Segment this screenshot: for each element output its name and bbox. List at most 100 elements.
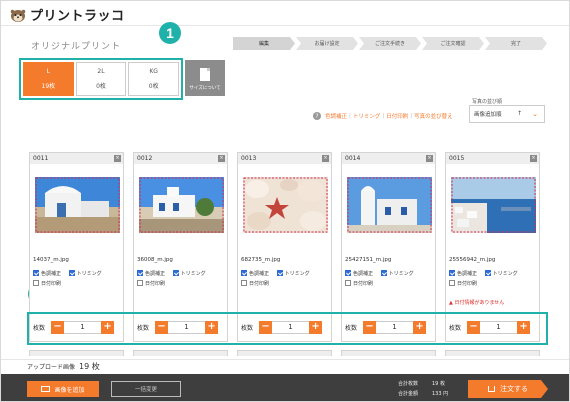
total-price-value: 133 円 xyxy=(432,391,449,397)
option-label: 日付印刷 xyxy=(145,281,166,287)
photo-card-header: 0014 × xyxy=(342,153,435,164)
photo-thumbnail[interactable] xyxy=(139,177,224,233)
photo-options: 色調補正 トリミング 日付印刷 xyxy=(345,269,414,289)
next-row-card xyxy=(29,350,124,356)
option-color-correction[interactable]: 色調補正 xyxy=(449,269,477,277)
sort-value: 画像追加順 xyxy=(474,112,502,118)
checkbox-checked-icon xyxy=(276,269,283,276)
tool-sort-photos[interactable]: 写真の並び替え xyxy=(414,112,453,120)
checkbox-unchecked-icon xyxy=(449,279,455,286)
option-trimming[interactable]: トリミング xyxy=(172,269,206,277)
delete-icon[interactable]: × xyxy=(322,155,329,162)
option-color-correction[interactable]: 色調補正 xyxy=(137,269,165,277)
photo-thumbnail[interactable] xyxy=(243,177,328,233)
photo-options: 色調補正 トリミング 日付印刷 xyxy=(33,269,102,289)
add-images-button[interactable]: 画像を追加 xyxy=(27,381,99,397)
option-date-print[interactable]: 日付印刷 xyxy=(345,279,374,287)
checkbox-checked-icon xyxy=(68,269,75,276)
separator: | xyxy=(382,113,385,119)
option-color-correction[interactable]: 色調補正 xyxy=(33,269,61,277)
option-label: トリミング xyxy=(180,271,206,277)
option-date-print[interactable]: 日付印刷 xyxy=(241,279,270,287)
option-date-print[interactable]: 日付印刷 xyxy=(449,279,478,287)
size-tab-count: 0枚 xyxy=(148,83,159,90)
order-button[interactable]: 注文する xyxy=(468,380,548,398)
option-trimming[interactable]: トリミング xyxy=(68,269,102,277)
option-label: 日付印刷 xyxy=(41,281,62,287)
option-label: トリミング xyxy=(284,271,310,277)
option-date-print[interactable]: 日付印刷 xyxy=(137,279,166,287)
step-complete: 完了 xyxy=(485,37,547,50)
photo-options: 色調補正 トリミング 日付印刷 xyxy=(449,269,518,289)
photo-filename: 36008_m.jpg xyxy=(137,257,173,263)
option-label: 日付印刷 xyxy=(457,281,478,287)
checkbox-checked-icon xyxy=(33,269,39,276)
delete-icon[interactable]: × xyxy=(426,155,433,162)
total-price-label: 合計金額 xyxy=(398,391,419,397)
checkbox-unchecked-icon xyxy=(345,279,351,286)
option-trimming[interactable]: トリミング xyxy=(484,269,518,277)
logo-text: プリントラッコ xyxy=(30,9,125,24)
warning-icon: ▲ xyxy=(449,300,453,306)
help-icon[interactable]: ? xyxy=(313,112,321,120)
next-row-card xyxy=(237,350,332,356)
photo-filename: 14037_m.jpg xyxy=(33,257,69,263)
sort-select[interactable]: 画像追加順 ↑ ⌄ xyxy=(469,105,545,123)
step-delivery: お届け設定 xyxy=(296,37,358,50)
delete-icon[interactable]: × xyxy=(114,155,121,162)
logo[interactable]: プリントラッコ xyxy=(9,5,125,24)
option-label: 色調補正 xyxy=(249,271,270,277)
option-label: 日付印刷 xyxy=(249,281,270,287)
photo-card-header: 0012 × xyxy=(134,153,227,164)
option-trimming[interactable]: トリミング xyxy=(380,269,414,277)
photo-card-header: 0013 × xyxy=(238,153,331,164)
order-button-label: 注文する xyxy=(500,385,528,393)
photo-thumbnail[interactable] xyxy=(451,177,536,233)
delete-icon[interactable]: × xyxy=(530,155,537,162)
step-edit: 編集 xyxy=(233,37,295,50)
size-tab-count: 0枚 xyxy=(96,83,106,90)
otter-logo-icon xyxy=(10,9,26,22)
photo-thumbnail[interactable] xyxy=(347,177,432,233)
footer-bar: 画像を追加 一括変更 合計枚数 19 枚 合計金額 133 円 注文する xyxy=(1,374,569,401)
checkbox-checked-icon xyxy=(484,269,491,276)
tool-color-correction[interactable]: 色調補正 xyxy=(325,112,347,120)
header: プリントラッコ xyxy=(1,1,569,26)
size-tabs: L 19枚 2L 0枚 KG 0枚 xyxy=(19,58,183,100)
option-trimming[interactable]: トリミング xyxy=(276,269,310,277)
size-info-button[interactable]: サイズについて xyxy=(185,60,225,96)
tool-trimming[interactable]: トリミング xyxy=(353,112,381,120)
option-label: 日付印刷 xyxy=(353,281,374,287)
size-tab-l[interactable]: L 19枚 xyxy=(23,62,74,96)
sort-label: 写真の並び順 xyxy=(472,99,503,105)
step-confirm: ご注文確認 xyxy=(422,37,484,50)
checkbox-unchecked-icon xyxy=(137,279,143,286)
photo-card-header: 0015 × xyxy=(446,153,539,164)
upload-count: アップロード画像 19 枚 xyxy=(1,359,569,374)
checkbox-checked-icon xyxy=(241,269,247,276)
next-row-card xyxy=(445,350,540,356)
page-title: オリジナルプリント xyxy=(31,42,122,52)
annotation-badge-1: 1 xyxy=(159,22,181,44)
sort-direction: ↑ xyxy=(516,110,522,117)
option-color-correction[interactable]: 色調補正 xyxy=(345,269,373,277)
bulk-change-button[interactable]: 一括変更 xyxy=(111,381,181,397)
photo-number: 0014 xyxy=(345,155,361,162)
upload-count-label: アップロード画像 xyxy=(27,364,76,371)
size-tab-kg[interactable]: KG 0枚 xyxy=(128,62,180,96)
date-warning: ▲ 日付情報がありません xyxy=(449,299,504,306)
size-tab-label: KG xyxy=(149,68,158,75)
size-tab-label: 2L xyxy=(97,68,105,75)
separator: | xyxy=(410,113,413,119)
option-color-correction[interactable]: 色調補正 xyxy=(241,269,270,277)
option-date-print[interactable]: 日付印刷 xyxy=(33,279,62,287)
tool-date-print[interactable]: 日付印刷 xyxy=(386,112,408,120)
photo-number: 0015 xyxy=(449,155,465,162)
photo-filename: 682735_m.jpg xyxy=(241,257,281,263)
photo-thumbnail[interactable] xyxy=(35,177,120,233)
checkbox-checked-icon xyxy=(380,269,387,276)
page-frame: プリントラッコ オリジナルプリント 編集 お届け設定 ご注文手続き ご注文確認 … xyxy=(0,0,570,402)
size-tab-2l[interactable]: 2L 0枚 xyxy=(75,62,127,96)
delete-icon[interactable]: × xyxy=(218,155,225,162)
photo-options: 色調補正 トリミング 日付印刷 xyxy=(241,269,310,289)
